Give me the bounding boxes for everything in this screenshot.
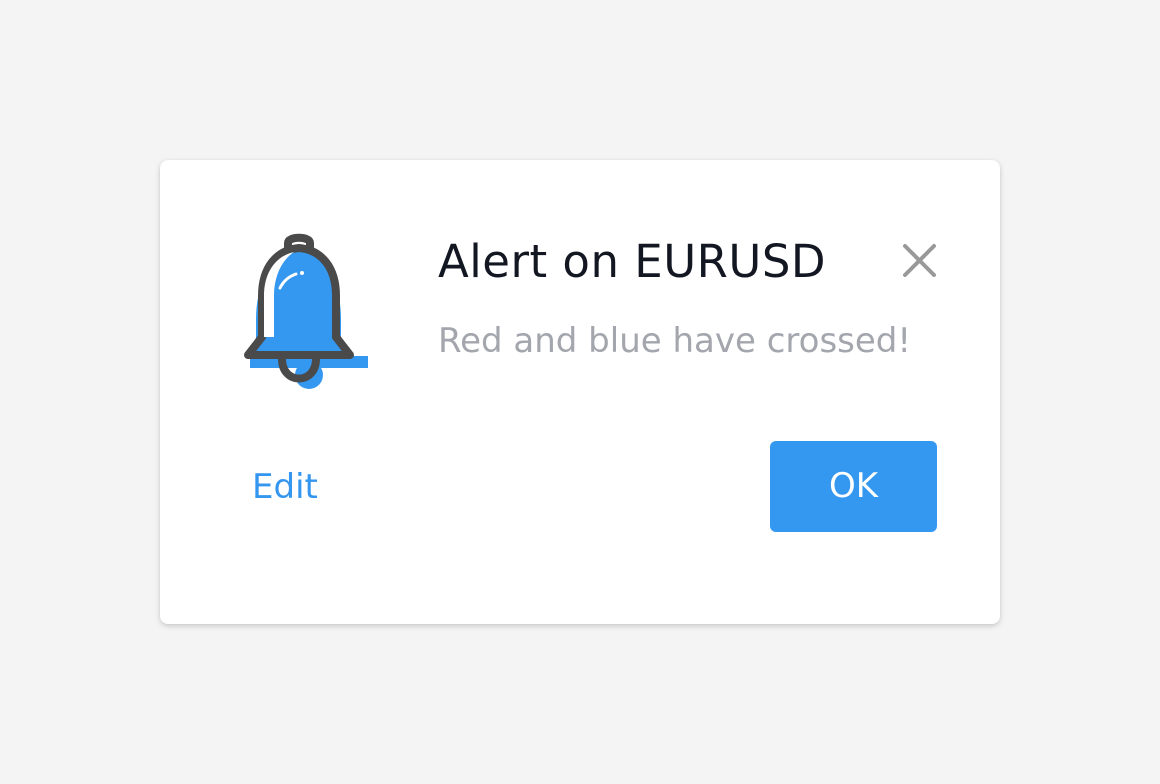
close-icon[interactable]: [900, 240, 940, 280]
bell-icon: [228, 232, 374, 394]
alert-message: Red and blue have crossed!: [438, 321, 911, 361]
alert-dialog: Alert on EURUSD Red and blue have crosse…: [160, 160, 1000, 624]
edit-link[interactable]: Edit: [252, 466, 318, 508]
ok-button[interactable]: OK: [770, 441, 937, 532]
dialog-title: Alert on EURUSD: [438, 235, 827, 288]
